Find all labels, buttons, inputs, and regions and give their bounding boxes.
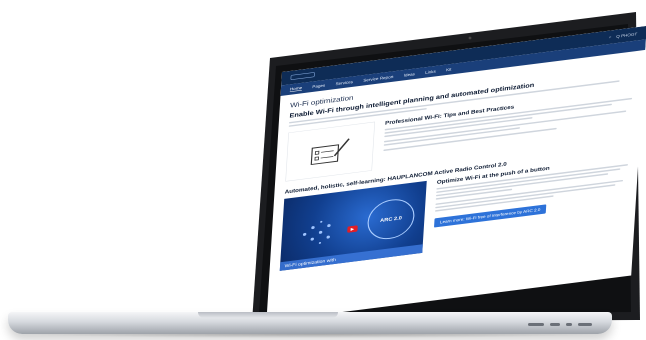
port-icon <box>566 323 572 326</box>
search-label[interactable]: Q PHOGT <box>616 32 637 39</box>
nav-item-home[interactable]: Home <box>289 85 303 92</box>
laptop-scene: ⌕ Q PHOGT Home Pages Services Service Re… <box>0 0 646 340</box>
search-icon[interactable]: ⌕ <box>609 35 612 40</box>
nav-item-links[interactable]: Links <box>425 69 436 75</box>
opening-notch <box>198 312 338 318</box>
arc-ring-label: ARC 2.0 <box>379 215 403 224</box>
port-icon <box>578 323 592 326</box>
laptop-base <box>8 312 612 334</box>
youtube-play-icon[interactable]: ▶ <box>347 225 358 233</box>
nav-item-ideas[interactable]: Ideas <box>404 72 415 78</box>
wifi-icon: ARC 2.0 <box>366 196 416 242</box>
brand-logo-icon[interactable] <box>290 72 315 80</box>
port-icon <box>550 323 560 326</box>
nav-item-services[interactable]: Services <box>335 79 353 86</box>
form-pen-icon <box>285 121 376 182</box>
arc-video-banner[interactable]: ▶ ARC 2.0 Wi-Fi optimization with <box>279 180 427 271</box>
nav-item-kit[interactable]: Kit <box>446 67 452 72</box>
nav-item-pages[interactable]: Pages <box>312 83 325 89</box>
network-dots-icon <box>302 220 331 244</box>
website-screen: ⌕ Q PHOGT Home Pages Services Service Re… <box>266 25 646 322</box>
header-tools: ⌕ Q PHOGT <box>609 31 637 40</box>
port-icon <box>528 323 544 326</box>
